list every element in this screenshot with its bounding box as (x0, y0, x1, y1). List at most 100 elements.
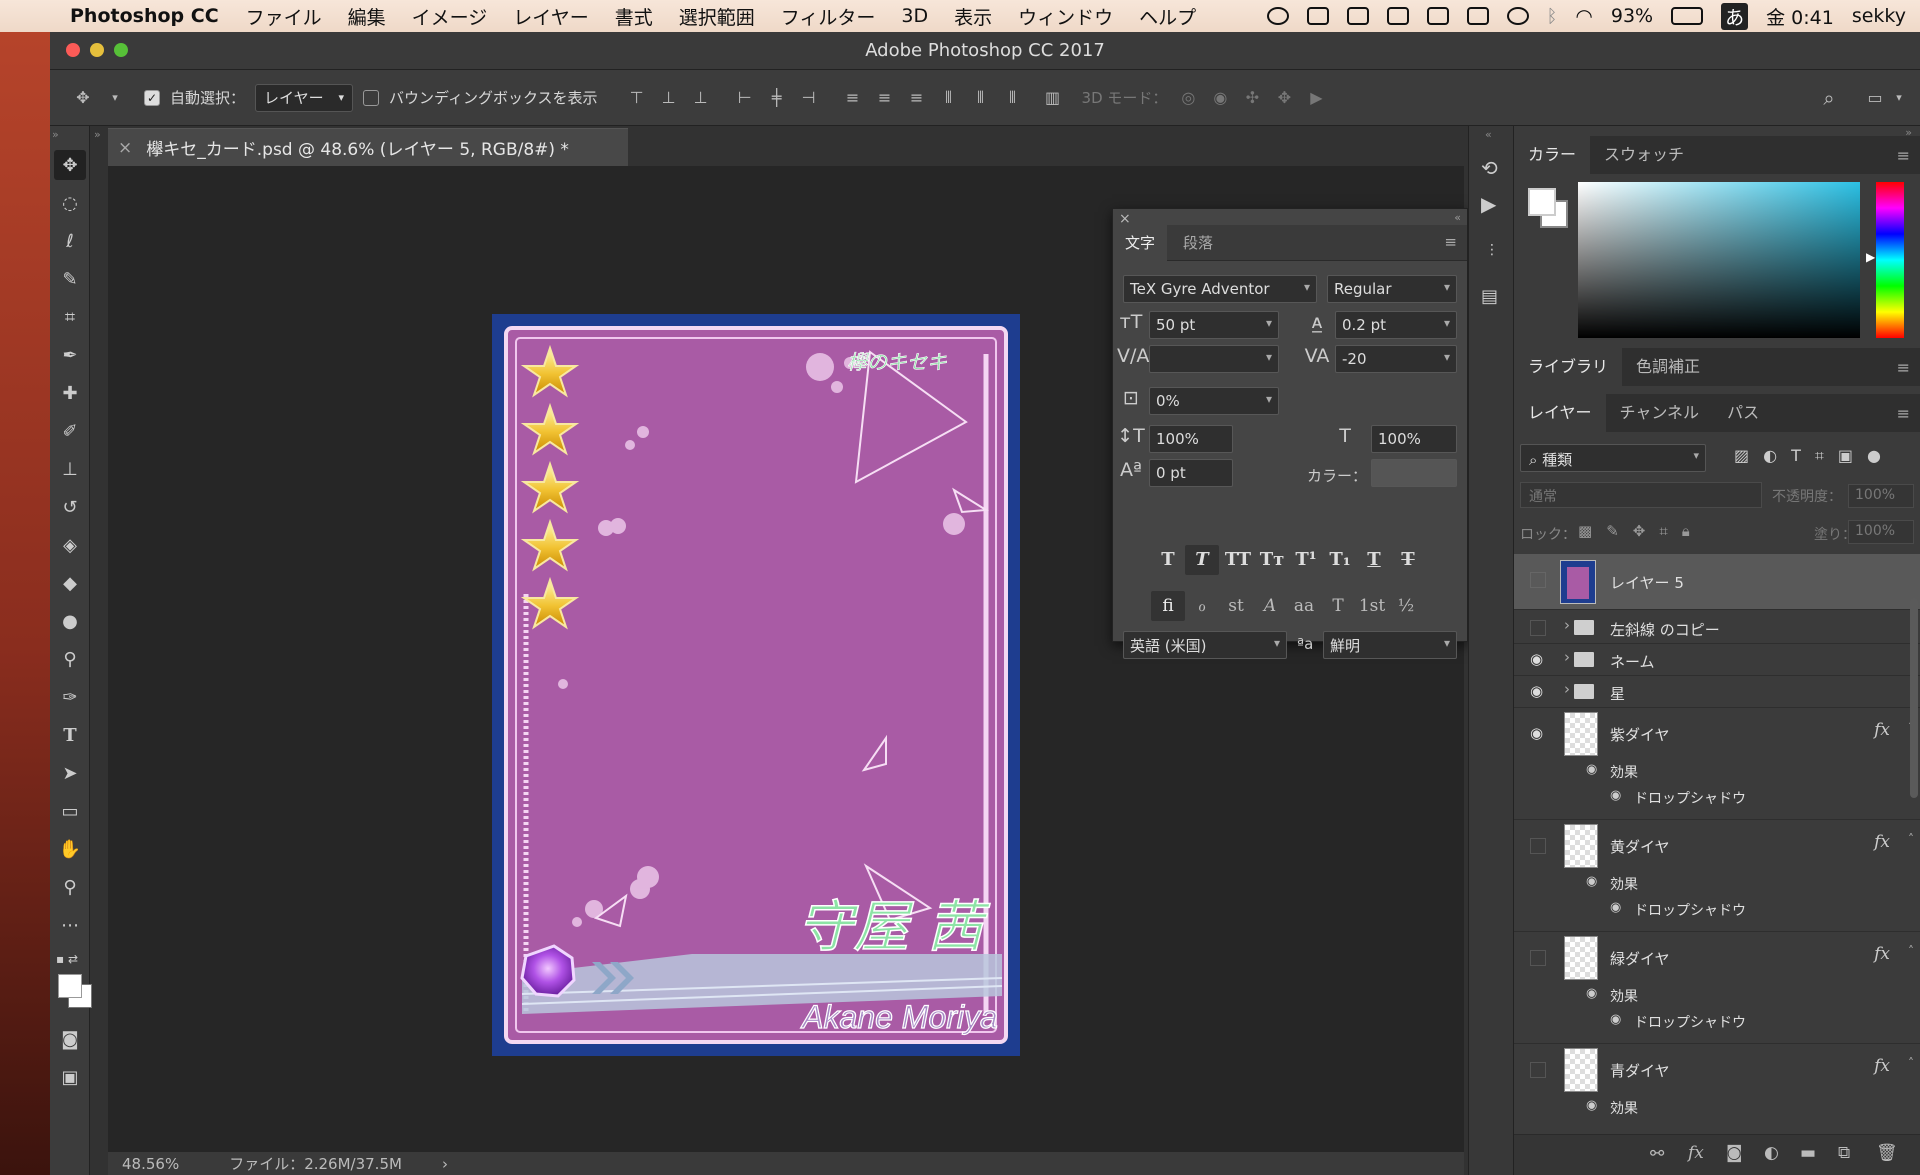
leading-field[interactable]: 0.2 pt ▾ (1335, 311, 1457, 339)
color-field[interactable] (1578, 182, 1860, 338)
effect-name[interactable]: ドロップシャドウ (1634, 900, 1746, 920)
autoselect-target-select[interactable]: レイヤー ▾ (255, 83, 354, 112)
paint-bucket-tool[interactable]: ◆ (54, 568, 86, 598)
all-caps-button[interactable]: TT (1221, 545, 1255, 575)
eye-icon[interactable]: ◉ (1530, 650, 1550, 668)
distribute-vcenter-icon[interactable]: ≡ (874, 87, 896, 109)
layer-name[interactable]: ネーム (1610, 651, 1655, 672)
close-button[interactable] (66, 43, 80, 57)
menu-type[interactable]: 書式 (615, 3, 653, 30)
cloud-icon[interactable] (1306, 7, 1329, 25)
visibility-toggle[interactable] (1530, 838, 1546, 854)
effect-name[interactable]: ドロップシャドウ (1634, 1012, 1746, 1032)
swash-button[interactable]: A (1253, 591, 1287, 621)
chevron-down-icon[interactable]: ▾ (1888, 87, 1910, 109)
layer-row[interactable]: ◉ › ネーム (1514, 644, 1920, 676)
visibility-toggle[interactable] (1530, 1062, 1546, 1078)
adjustment-layer-icon[interactable]: ◐ (1764, 1143, 1779, 1163)
workspace-icon[interactable]: ▭ (1864, 87, 1886, 109)
play-icon[interactable] (1266, 7, 1289, 25)
brush-tool[interactable]: ✐ (54, 416, 86, 446)
distribute-right-icon[interactable]: ⫴ (1002, 87, 1024, 109)
menu-filter[interactable]: フィルター (781, 3, 876, 30)
visibility-toggle[interactable] (1530, 620, 1546, 636)
eyedropper-tool[interactable]: ✒ (54, 340, 86, 370)
tab-paragraph[interactable]: 段落 (1171, 225, 1225, 261)
ime-indicator[interactable]: あ (1721, 2, 1749, 30)
fx-icon[interactable]: fx (1874, 832, 1890, 852)
align-hcenter-icon[interactable]: ╪ (766, 87, 788, 109)
close-tab-icon[interactable]: × (118, 138, 132, 158)
distribute-bottom-icon[interactable]: ≡ (906, 87, 928, 109)
healing-brush-tool[interactable]: ✚ (54, 378, 86, 408)
collapse-effects-icon[interactable]: ˄ (1908, 832, 1914, 846)
pen-tool[interactable]: ✑ (54, 682, 86, 712)
layer-row[interactable]: 黄ダイヤ fx ˄ ◉ 効果 ◉ ドロップシャドウ (1514, 822, 1920, 932)
history-panel-icon[interactable]: ⟲ (1481, 156, 1498, 180)
layer-name[interactable]: 緑ダイヤ (1610, 948, 1670, 969)
user-name[interactable]: sekky (1852, 5, 1906, 27)
layer-row[interactable]: ◉ › 星 (1514, 676, 1920, 708)
eye-icon[interactable]: ◉ (1530, 724, 1550, 742)
zoom-tool[interactable]: ⚲ (54, 872, 86, 902)
kerning-field[interactable]: ▾ (1149, 345, 1279, 373)
baseline-shift-field[interactable]: 0 pt (1149, 459, 1233, 487)
character-panel-icon[interactable]: ⋮ (1485, 242, 1499, 258)
foreground-color-swatch[interactable] (58, 974, 82, 998)
visibility-toggle[interactable] (1530, 950, 1546, 966)
effects-eye-icon[interactable]: ◉ (1586, 874, 1597, 889)
font-size-field[interactable]: 50 pt ▾ (1149, 311, 1279, 339)
ligature-button[interactable]: fi (1151, 591, 1185, 621)
effects-eye-icon[interactable]: ◉ (1586, 762, 1597, 777)
tool-preset-dropdown-icon[interactable]: ▾ (104, 87, 126, 109)
align-top-icon[interactable]: ⊤ (626, 87, 648, 109)
bbox-checkbox[interactable] (363, 89, 380, 106)
clock[interactable]: 金 0:41 (1766, 3, 1834, 30)
dodge-tool[interactable]: ⚲ (54, 644, 86, 674)
menu-select[interactable]: 選択範囲 (679, 3, 755, 30)
effect-eye-icon[interactable]: ◉ (1610, 788, 1621, 803)
filter-shape-icon[interactable]: ⌗ (1815, 446, 1824, 466)
panel-menu-icon[interactable]: ≡ (1444, 233, 1457, 251)
blur-tool[interactable]: ● (54, 606, 86, 636)
tab-character[interactable]: 文字 (1113, 225, 1168, 261)
lasso-tool[interactable]: ℓ (54, 226, 86, 256)
expand-arrow-icon[interactable]: › (1564, 648, 1570, 666)
autoselect-checkbox[interactable]: ✓ (144, 89, 160, 106)
language-select[interactable]: 英語 (米国) ▾ (1123, 631, 1287, 659)
app-menu[interactable]: Photoshop CC (70, 5, 219, 27)
fx-icon[interactable]: fx (1874, 1056, 1890, 1076)
filter-toggle-icon[interactable]: ● (1867, 446, 1881, 466)
status-arrow-icon[interactable]: › (442, 1155, 448, 1173)
menu-edit[interactable]: 編集 (348, 3, 386, 30)
lock-all-icon[interactable]: 🔒︎ (1682, 522, 1690, 540)
eraser-tool[interactable]: ◈ (54, 530, 86, 560)
filter-adjust-icon[interactable]: ◐ (1763, 446, 1777, 466)
search-icon[interactable]: ⌕ (1818, 86, 1840, 110)
minimize-button[interactable] (90, 43, 104, 57)
add-style-icon[interactable]: fx (1688, 1143, 1704, 1163)
underline-button[interactable]: T (1357, 545, 1391, 575)
layer-name[interactable]: 紫ダイヤ (1610, 724, 1670, 745)
quick-mask-icon[interactable]: ◙ (54, 1024, 86, 1054)
align-right-icon[interactable]: ⊣ (798, 87, 820, 109)
link-layers-icon[interactable]: ⚯ (1650, 1144, 1664, 1164)
type-tool[interactable]: T (54, 720, 86, 750)
properties-panel-icon[interactable]: ▤ (1481, 286, 1498, 307)
fx-icon[interactable]: fx (1874, 944, 1890, 964)
tab-paths[interactable]: パス (1713, 394, 1773, 432)
airplay-icon[interactable] (1466, 7, 1489, 25)
sync-icon[interactable] (1346, 7, 1369, 25)
panel-menu-icon[interactable]: ≡ (1897, 358, 1910, 377)
tab-adjustments[interactable]: 色調補正 (1622, 348, 1714, 386)
font-family-select[interactable]: TeX Gyre Adventor ▾ (1123, 275, 1317, 303)
collapse-left-icon[interactable]: » (94, 128, 101, 141)
actions-panel-icon[interactable]: ▶ (1481, 192, 1496, 216)
titling-alternates-button[interactable]: T (1321, 591, 1355, 621)
discretionary-ligature-button[interactable]: st (1219, 591, 1253, 621)
screen-icon[interactable] (1426, 7, 1449, 25)
layer-name[interactable]: 左斜線 のコピー (1610, 619, 1720, 640)
move-tool-icon[interactable]: ✥ (72, 87, 94, 109)
superscript-button[interactable]: T¹ (1289, 545, 1323, 575)
zoom-button[interactable] (114, 43, 128, 57)
